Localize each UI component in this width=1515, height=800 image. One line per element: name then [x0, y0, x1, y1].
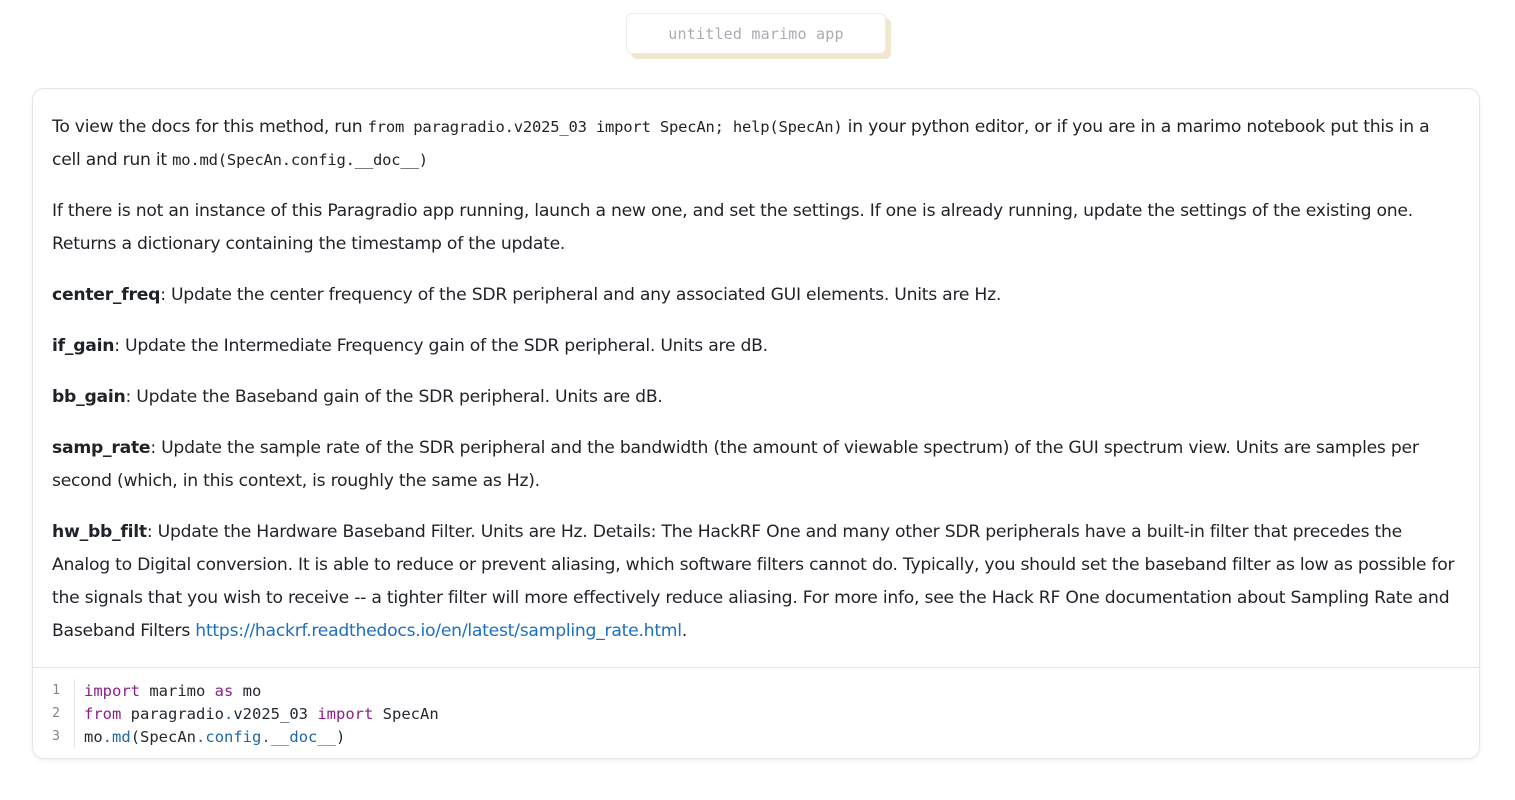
code-dot: .: [196, 727, 206, 746]
line-number: 2: [33, 702, 75, 725]
code-token: (SpecAn: [130, 727, 197, 746]
intro-paragraph: To view the docs for this method, run fr…: [52, 111, 1460, 177]
description-paragraph: If there is not an instance of this Para…: [52, 201, 1413, 254]
param-if-gain: if_gain: Update the Intermediate Frequen…: [52, 330, 1460, 363]
keyword: import: [317, 704, 374, 723]
code-text[interactable]: from paragradio.v2025_03 import SpecAn: [75, 705, 439, 723]
cell-output: To view the docs for this method, run fr…: [33, 89, 1479, 667]
param-text: : Update the sample rate of the SDR peri…: [52, 438, 1419, 491]
keyword: import: [84, 681, 140, 700]
code-token: mo: [84, 727, 103, 746]
keyword: from: [84, 704, 122, 723]
param-samp-rate: samp_rate: Update the sample rate of the…: [52, 432, 1460, 498]
param-text: : Update the center frequency of the SDR…: [160, 285, 1002, 305]
code-line[interactable]: 1 import marimo as mo: [33, 679, 1479, 702]
param-name: hw_bb_filt: [52, 522, 147, 542]
code-text[interactable]: mo.md(SpecAn.config.__doc__): [75, 728, 345, 746]
line-number: 1: [33, 679, 75, 702]
link-suffix: .: [681, 621, 688, 641]
code-line[interactable]: 2 from paragradio.v2025_03 import SpecAn: [33, 702, 1479, 725]
code-text[interactable]: import marimo as mo: [75, 682, 261, 700]
code-token: v2025_03: [233, 704, 318, 723]
line-number: 3: [33, 725, 75, 748]
code-attribute: md: [112, 727, 131, 746]
param-bb-gain: bb_gain: Update the Baseband gain of the…: [52, 381, 1460, 414]
code-dot: .: [102, 727, 113, 746]
code-token: SpecAn: [373, 704, 439, 723]
param-center-freq: center_freq: Update the center frequency…: [52, 279, 1460, 312]
param-name: samp_rate: [52, 438, 151, 458]
code-token: mo: [233, 681, 262, 700]
param-name: if_gain: [52, 336, 115, 356]
code-line[interactable]: 3 mo.md(SpecAn.config.__doc__): [33, 725, 1479, 748]
code-token: marimo: [140, 681, 215, 700]
app-title-box[interactable]: untitled marimo app: [626, 13, 886, 54]
app-title[interactable]: untitled marimo app: [668, 25, 843, 43]
param-name: bb_gain: [52, 387, 126, 407]
code-attribute: __doc__: [270, 727, 337, 746]
code-dot: .: [223, 704, 234, 723]
code-token: paragradio: [121, 704, 224, 723]
param-hw-bb-filt: hw_bb_filt: Update the Hardware Baseband…: [52, 516, 1460, 648]
param-text: : Update the Intermediate Frequency gain…: [114, 336, 768, 356]
code-editor[interactable]: 1 import marimo as mo 2 from paragradio.…: [33, 667, 1479, 758]
code-dot: .: [261, 727, 271, 746]
param-name: center_freq: [52, 285, 161, 305]
param-text: : Update the Baseband gain of the SDR pe…: [125, 387, 663, 407]
intro-prefix: To view the docs for this method, run: [52, 117, 368, 137]
keyword: as: [214, 681, 234, 700]
code-token: ): [336, 727, 346, 746]
intro-code-md: mo.md(SpecAn.config.__doc__): [172, 151, 428, 169]
code-attribute: config: [205, 727, 262, 746]
notebook-cell[interactable]: To view the docs for this method, run fr…: [32, 88, 1480, 759]
docs-link[interactable]: https://hackrf.readthedocs.io/en/latest/…: [195, 621, 682, 641]
intro-code-help: from paragradio.v2025_03 import SpecAn; …: [367, 118, 843, 136]
